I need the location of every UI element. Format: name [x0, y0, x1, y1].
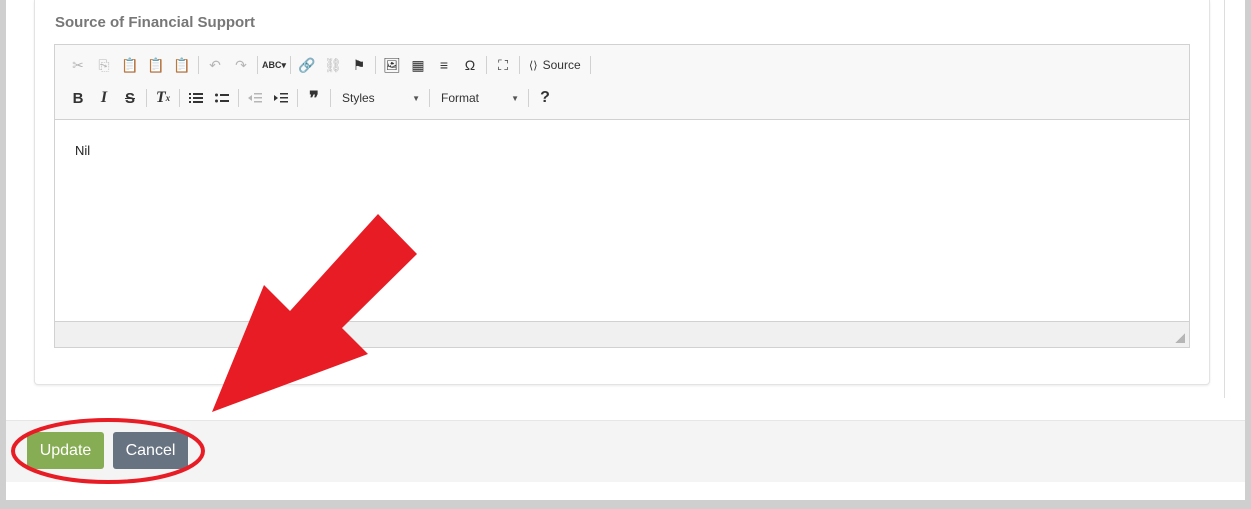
annotation-circle	[11, 418, 205, 484]
annotation-overlay	[11, 214, 417, 484]
annotation-arrow-icon	[212, 214, 417, 412]
